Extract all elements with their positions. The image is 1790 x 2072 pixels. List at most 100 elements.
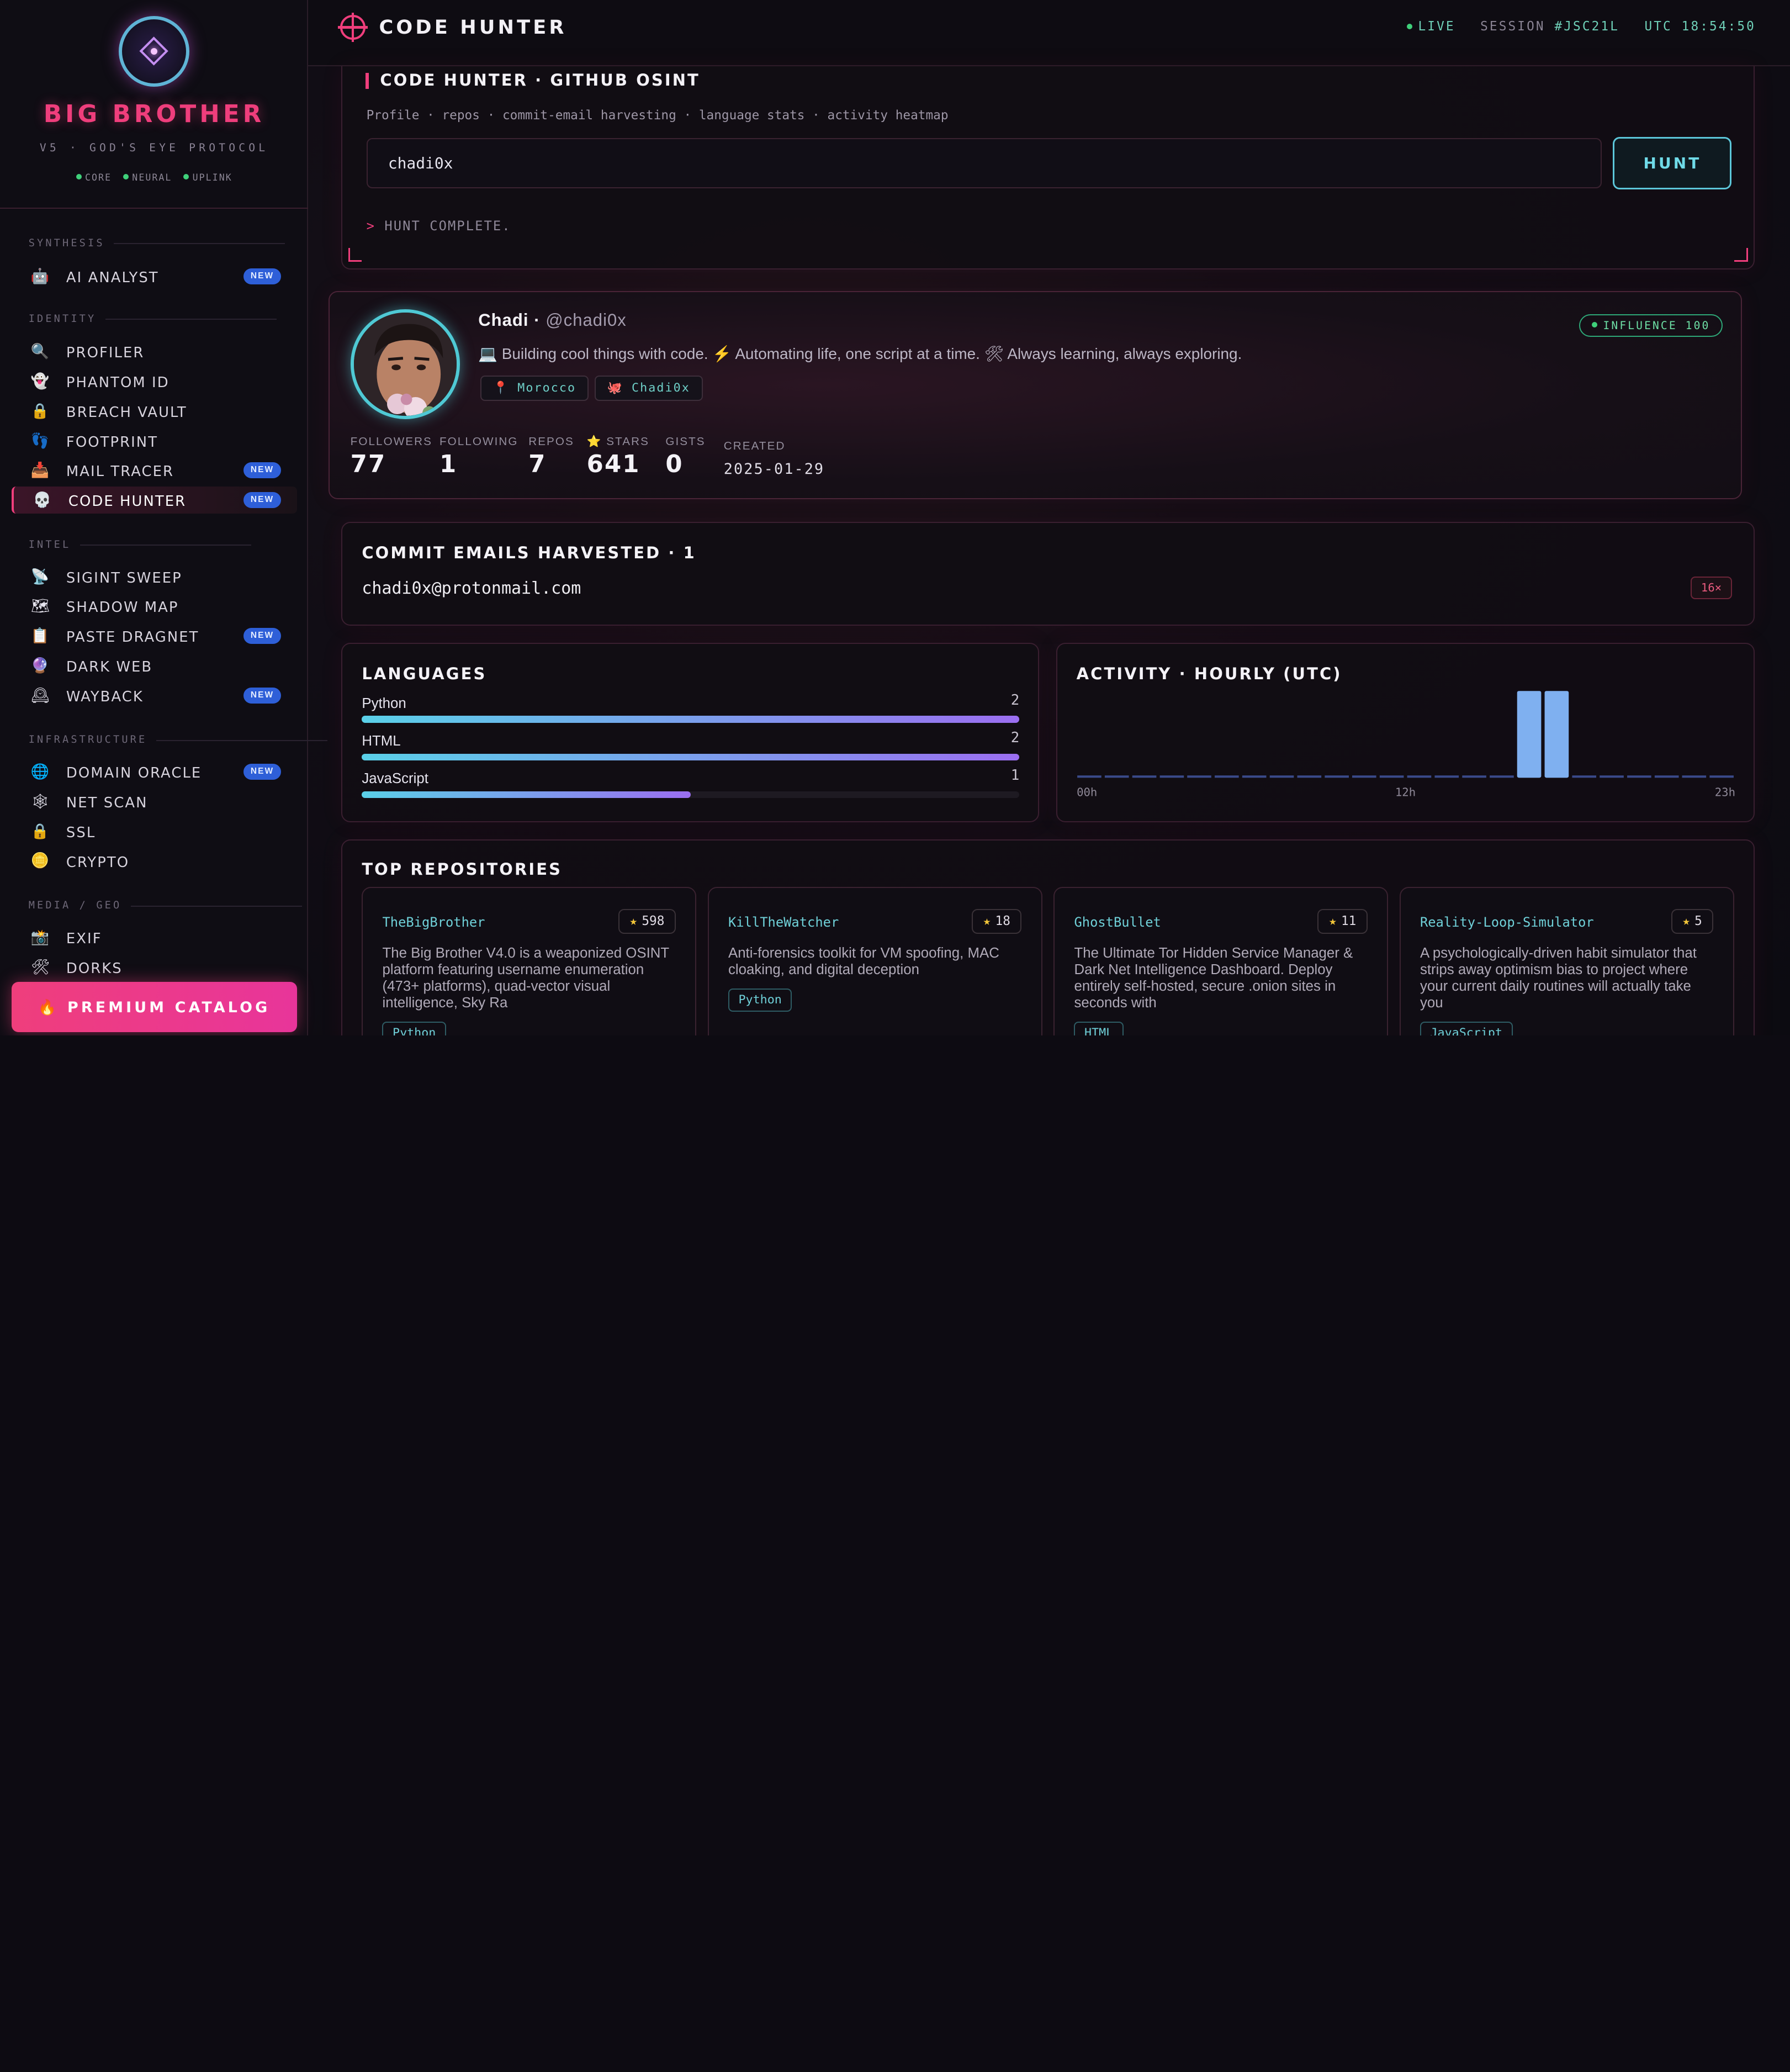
email-address[interactable]: chadi0x@protonmail.com: [362, 579, 581, 598]
eye-dot: [150, 47, 158, 55]
nav-section-label: INTEL: [28, 538, 252, 551]
hunt-status: > HUNT COMPLETE.: [367, 218, 511, 234]
repo-card[interactable]: KillTheWatcher ★ 18 Anti-forensics toolkit …: [707, 887, 1042, 1036]
github-link-tag[interactable]: 🐙 Chadi0x: [595, 376, 703, 401]
sidebar-item-wayback[interactable]: 🕰 WAYBACK NEW: [12, 681, 297, 709]
repo-card[interactable]: GhostBullet ★ 11 The Ultimate Tor Hidden Se…: [1053, 887, 1389, 1036]
new-badge: NEW: [243, 462, 281, 479]
sidebar-item-label: SHADOW MAP: [66, 599, 179, 616]
repo-name-link[interactable]: GhostBullet: [1074, 915, 1161, 930]
hunt-button[interactable]: HUNT: [1613, 137, 1732, 190]
languages-panel: LANGUAGES Python 2 HTML 2 JavaScript 1: [341, 643, 1039, 822]
activity-bar-03h: [1159, 775, 1184, 778]
stat-label: REPOS: [528, 435, 574, 448]
repo-name-link[interactable]: TheBigBrother: [382, 915, 485, 930]
repo-language-tag: Python: [728, 989, 792, 1012]
activity-bar-15h: [1489, 775, 1514, 778]
profile-handle: @chadi0x: [546, 310, 627, 330]
sidebar-item-mail-tracer[interactable]: 📥 MAIL TRACER NEW: [12, 457, 297, 484]
commit-emails-title: COMMIT EMAILS HARVESTED · 1: [362, 543, 696, 563]
coin-icon: 🪙: [30, 852, 50, 869]
sidebar-item-breach-vault[interactable]: 🔒 BREACH VAULT: [12, 398, 297, 425]
nav-section-label: MEDIA / GEO: [28, 900, 301, 912]
corner-bracket-br: [1734, 247, 1748, 262]
sidebar-item-label: PROFILER: [66, 345, 145, 362]
activity-bar-07h: [1269, 775, 1294, 778]
sidebar-item-domain-oracle[interactable]: 🌐 DOMAIN ORACLE NEW: [12, 758, 297, 786]
x-tick-end: 23h: [1714, 785, 1735, 799]
sidebar-item-label: WAYBACK: [66, 688, 144, 705]
language-bar-fill: [362, 753, 1020, 760]
stat-label: FOLLOWING: [439, 435, 518, 448]
sidebar-item-dorks[interactable]: 🛠 DORKS: [12, 953, 297, 981]
status-neural-label: NEURAL: [132, 172, 172, 183]
sidebar-item-ssl[interactable]: 🔒 SSL: [12, 817, 297, 845]
sidebar-item-label: CODE HUNTER: [68, 493, 187, 510]
eye-logo-icon: [119, 15, 190, 87]
language-bar-track: [362, 753, 1020, 760]
satellite-icon: 📡: [30, 568, 50, 585]
repo-name-link[interactable]: KillTheWatcher: [728, 915, 839, 930]
inbox-icon: 📥: [30, 462, 50, 479]
language-count: 2: [1010, 691, 1020, 709]
x-tick-mid: 12h: [1395, 785, 1415, 799]
top-bar: CODE HUNTER LIVE SESSION #JSC21L UTC 18:…: [308, 0, 1790, 66]
app-root: BIG BROTHER V5 · GOD'S EYE PROTOCOL CORE…: [0, 0, 1790, 1036]
sidebar-item-label: DORKS: [66, 960, 123, 977]
ghost-icon: 👻: [30, 373, 50, 390]
brand-title: BIG BROTHER: [43, 100, 265, 128]
stat-value: 2025-01-29: [723, 461, 825, 478]
language-count: 1: [1010, 767, 1020, 784]
status-core-label: CORE: [85, 172, 112, 183]
sidebar-item-footprint[interactable]: 👣 FOOTPRINT: [12, 427, 297, 454]
repo-stars-badge: ★ 5: [1671, 908, 1714, 934]
influence-badge: INFLUENCE 100: [1579, 314, 1723, 337]
language-bar-fill: [362, 791, 691, 799]
live-indicator: LIVE: [1407, 19, 1455, 34]
avatar[interactable]: [350, 309, 460, 419]
repo-card[interactable]: TheBigBrother ★ 598 The Big Brother V4.0 is…: [362, 887, 697, 1036]
stat-label: CREATED: [723, 439, 786, 452]
activity-bar-19h: [1599, 775, 1624, 778]
sidebar-item-profiler[interactable]: 🔍 PROFILER: [12, 338, 297, 366]
activity-bar-08h: [1297, 775, 1321, 778]
activity-bars: [1077, 690, 1734, 778]
username-search-input[interactable]: [366, 138, 1602, 189]
profile-name: Chadi: [478, 310, 529, 330]
repo-language-tag: HTML: [1074, 1022, 1124, 1036]
activity-bar-02h: [1132, 775, 1156, 778]
stat-created: CREATED 2025-01-29: [724, 440, 824, 478]
tools-icon: 🛠: [30, 958, 50, 975]
sidebar-item-dark-web[interactable]: 🔮 DARK WEB: [12, 652, 297, 680]
language-row: Python 2: [362, 691, 1020, 723]
location-tag: 📍 Morocco: [480, 376, 589, 401]
sidebar-item-shadow-map[interactable]: 🗺 SHADOW MAP: [12, 593, 297, 620]
sidebar-item-exif[interactable]: 📸 EXIF: [12, 924, 297, 952]
clipboard-icon: 📋: [30, 627, 50, 644]
camera-icon: 📸: [30, 928, 50, 945]
email-count-badge: 16×: [1691, 577, 1732, 600]
new-badge: NEW: [243, 687, 281, 704]
sidebar-item-label: MAIL TRACER: [66, 463, 174, 480]
sidebar-item-phantom-id[interactable]: 👻 PHANTOM ID: [12, 368, 297, 395]
repo-star-count: 598: [642, 913, 665, 928]
language-count: 2: [1010, 730, 1020, 747]
repo-card[interactable]: Reality-Loop-Simulator ★ 5 A psychologicall…: [1399, 887, 1734, 1036]
stat-gists: GISTS 0: [665, 435, 705, 478]
repo-stars-badge: ★ 18: [971, 908, 1022, 934]
nav-section-label: INFRASTRUCTURE: [28, 734, 327, 746]
activity-bar-17h: [1544, 690, 1569, 778]
stat-value: 7: [528, 450, 547, 478]
premium-catalog-button[interactable]: 🔥 PREMIUM CATALOG: [11, 982, 297, 1033]
sidebar-item-net-scan[interactable]: 🕸 NET SCAN: [12, 788, 297, 816]
sidebar-item-sigint-sweep[interactable]: 📡 SIGINT SWEEP: [12, 563, 297, 590]
sidebar-item-paste-dragnet[interactable]: 📋 PASTE DRAGNET NEW: [12, 622, 297, 650]
stat-value: 1: [439, 450, 458, 478]
sidebar-item-ai-analyst[interactable]: 🤖 AI ANALYST NEW: [12, 263, 297, 290]
activity-bar-20h: [1627, 775, 1651, 778]
sidebar-item-crypto[interactable]: 🪙 CRYPTO: [12, 847, 297, 875]
sidebar-item-code-hunter[interactable]: 💀 CODE HUNTER NEW: [11, 486, 297, 514]
repo-name-link[interactable]: Reality-Loop-Simulator: [1420, 915, 1594, 930]
new-badge: NEW: [243, 268, 281, 284]
repo-star-count: 5: [1694, 913, 1702, 928]
